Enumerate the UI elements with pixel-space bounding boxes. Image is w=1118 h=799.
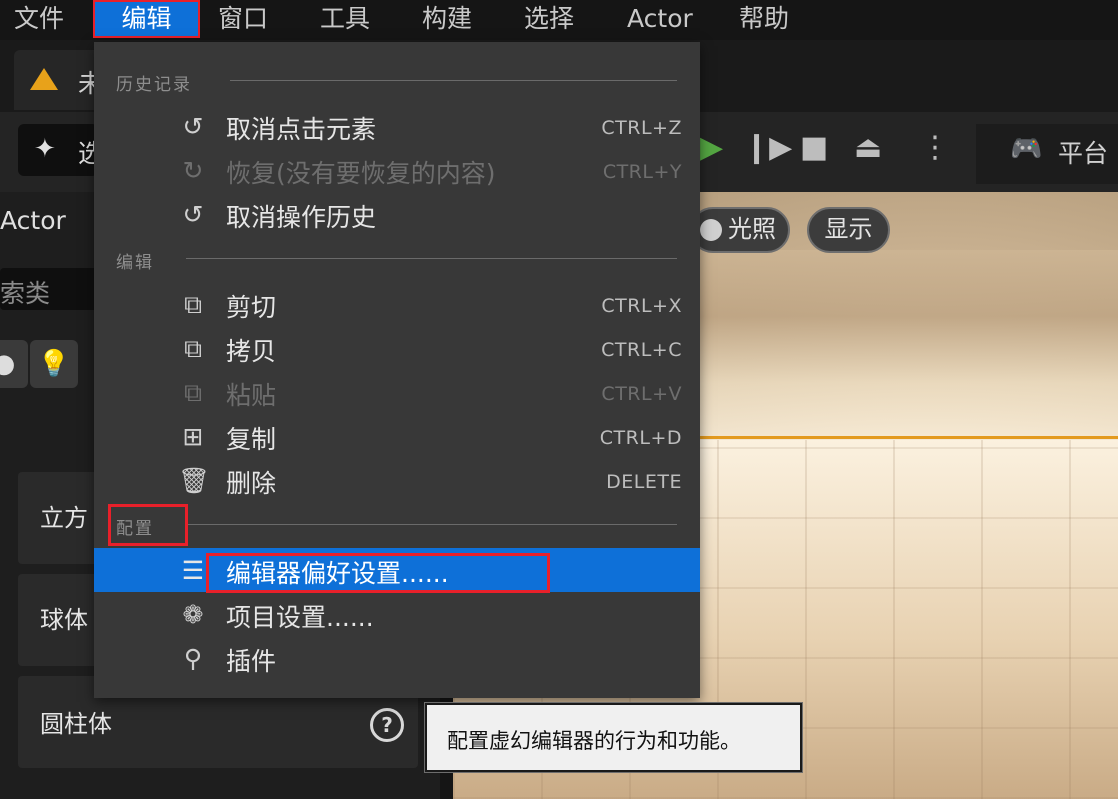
- menu-item-cut[interactable]: 剪切: [226, 288, 276, 324]
- menu-item-copy[interactable]: 拷贝: [226, 332, 276, 368]
- copy-icon: ⧉: [184, 334, 202, 363]
- separator: [186, 524, 677, 525]
- list-item-label: 圆柱体: [40, 710, 112, 738]
- menu-actor[interactable]: Actor: [627, 0, 697, 38]
- separator: [230, 80, 677, 81]
- lighting-label: 光照: [728, 215, 776, 243]
- menu-help[interactable]: 帮助: [739, 0, 799, 38]
- menu-item-paste: 粘贴: [226, 381, 277, 410]
- section-header-edit: 编辑: [116, 253, 154, 273]
- menu-tools[interactable]: 工具: [320, 0, 380, 38]
- show-label: 显示: [824, 215, 873, 243]
- menu-item-duplicate[interactable]: 复制: [226, 420, 276, 456]
- redo-icon: ↻: [182, 156, 204, 185]
- sliders-icon: ☰: [181, 556, 205, 585]
- menu-item-plugins[interactable]: 插件: [226, 642, 276, 678]
- menu-edit[interactable]: 编辑: [93, 0, 200, 38]
- step-icon[interactable]: ❙▶: [744, 130, 792, 165]
- paste-icon: ⧉: [184, 378, 202, 407]
- shortcut-duplicate: CTRL+D: [599, 427, 682, 449]
- more-options-icon[interactable]: ⋮: [920, 130, 950, 165]
- menu-item-undo-history[interactable]: 取消操作历史: [226, 198, 376, 234]
- duplicate-icon: ⊞: [182, 422, 204, 451]
- shortcut-copy: CTRL+C: [601, 339, 682, 361]
- menu-window[interactable]: 窗口: [218, 0, 278, 38]
- show-button[interactable]: 显示: [807, 207, 890, 253]
- shortcut-undo: CTRL+Z: [601, 117, 682, 139]
- trash-icon: 🗑: [178, 466, 210, 495]
- annotation-highlight-box: [108, 504, 188, 546]
- menu-item-undo[interactable]: 取消点击元素: [226, 110, 376, 146]
- menu-file[interactable]: 文件: [14, 0, 74, 38]
- menu-build[interactable]: 构建: [422, 0, 482, 38]
- list-item-label: 立方: [40, 504, 88, 532]
- search-placeholder: 索类: [0, 279, 51, 308]
- menu-item-delete[interactable]: 删除: [226, 464, 276, 500]
- separator: [186, 258, 677, 259]
- eject-icon[interactable]: ⏏: [854, 130, 882, 165]
- shortcut-cut: CTRL+X: [601, 295, 682, 317]
- edit-menu-dropdown: 历史记录 ↺ 取消点击元素 CTRL+Z ↻ 恢复(没有要恢复的内容) CTRL…: [94, 42, 700, 698]
- filter-button[interactable]: ●: [0, 340, 28, 388]
- tooltip-text: 配置虚幻编辑器的行为和功能。: [447, 729, 741, 753]
- help-icon[interactable]: ?: [370, 708, 404, 742]
- cut-icon: ⧉: [184, 290, 202, 319]
- lightbulb-icon[interactable]: 💡: [30, 340, 78, 388]
- stop-icon[interactable]: ■: [800, 130, 828, 165]
- plugin-icon: ⚲: [183, 644, 203, 673]
- undo-history-icon: ↺: [182, 200, 204, 229]
- menu-item-project-settings[interactable]: 项目设置......: [226, 598, 374, 634]
- lighting-mode-button[interactable]: 光照: [690, 207, 790, 253]
- menu-bar: 文件 编辑 窗口 工具 构建 选择 Actor 帮助: [0, 0, 1118, 40]
- annotation-highlight-box: [206, 553, 550, 593]
- play-icon[interactable]: ▶: [700, 130, 723, 165]
- section-header-history: 历史记录: [116, 75, 192, 95]
- shortcut-paste: CTRL+V: [601, 383, 682, 405]
- unreal-logo-icon: [30, 68, 58, 90]
- platforms-label: 平台: [1058, 139, 1109, 168]
- shortcut-redo: CTRL+Y: [602, 161, 682, 183]
- menu-item-redo: 恢复(没有要恢复的内容): [226, 159, 496, 188]
- menu-select[interactable]: 选择: [524, 0, 584, 38]
- panel-title: Actor: [0, 206, 66, 235]
- selection-outline: [700, 436, 1118, 439]
- list-item-label: 球体: [40, 606, 88, 634]
- shortcut-delete: DELETE: [606, 471, 682, 493]
- project-settings-icon: ❁: [182, 600, 204, 629]
- undo-icon: ↺: [182, 112, 204, 141]
- light-sphere-icon: [700, 219, 722, 241]
- tooltip: 配置虚幻编辑器的行为和功能。: [425, 703, 802, 772]
- cursor-icon: ✦: [34, 134, 56, 164]
- gamepad-icon: 🎮: [1010, 134, 1043, 164]
